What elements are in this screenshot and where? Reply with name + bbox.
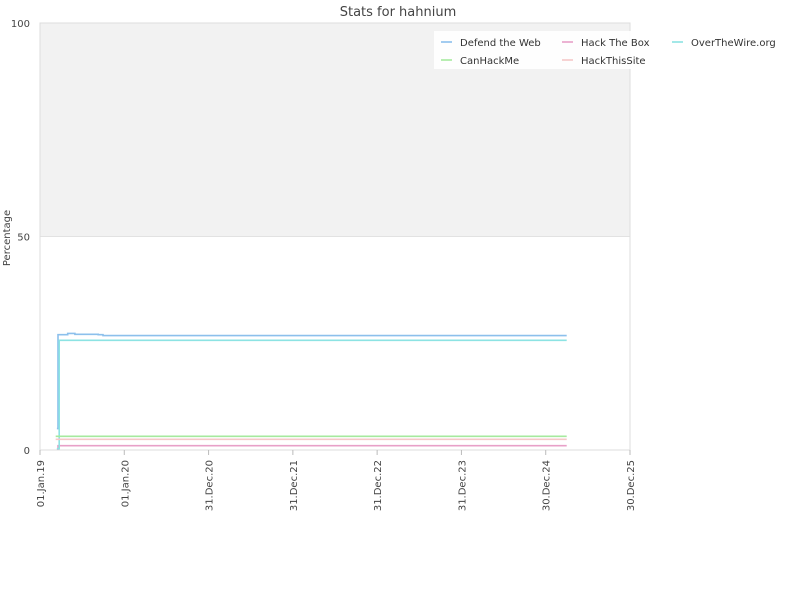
- x-tick-label: 30.Dec.25: [626, 460, 637, 511]
- y-tick-label: 100: [11, 19, 30, 30]
- x-tick-label: 31.Dec.21: [289, 460, 300, 511]
- y-axis-label: Percentage: [2, 210, 13, 266]
- background-band: [40, 236, 630, 450]
- legend: Defend the Web Hack The Box OverTheWire.or…: [434, 31, 784, 69]
- x-tick-label: 01.Jan.19: [36, 460, 47, 507]
- x-tick-label: 31.Dec.22: [373, 460, 384, 511]
- legend-label: HackThisSite: [581, 56, 646, 67]
- legend-label: Defend the Web: [460, 38, 541, 49]
- y-axis: 0 50 100: [11, 19, 30, 457]
- chart-title: Stats for hahnium: [340, 5, 457, 20]
- x-tick-label: 31.Dec.23: [457, 460, 468, 511]
- legend-label: CanHackMe: [460, 56, 519, 67]
- legend-label: OverTheWire.org: [691, 38, 776, 49]
- y-tick-label: 50: [17, 233, 30, 244]
- x-tick-label: 01.Jan.20: [120, 460, 131, 507]
- y-tick-label: 0: [24, 446, 30, 457]
- chart-background: [40, 23, 630, 450]
- x-tick-label: 31.Dec.20: [205, 460, 216, 511]
- chart: Stats for hahnium Percentage 0 50 100 01.J…: [2, 5, 784, 511]
- x-tick-label: 30.Dec.24: [542, 460, 553, 511]
- legend-label: Hack The Box: [581, 38, 650, 49]
- x-axis: 01.Jan.19 01.Jan.20 31.Dec.20 31.Dec.21 31.D…: [36, 450, 637, 511]
